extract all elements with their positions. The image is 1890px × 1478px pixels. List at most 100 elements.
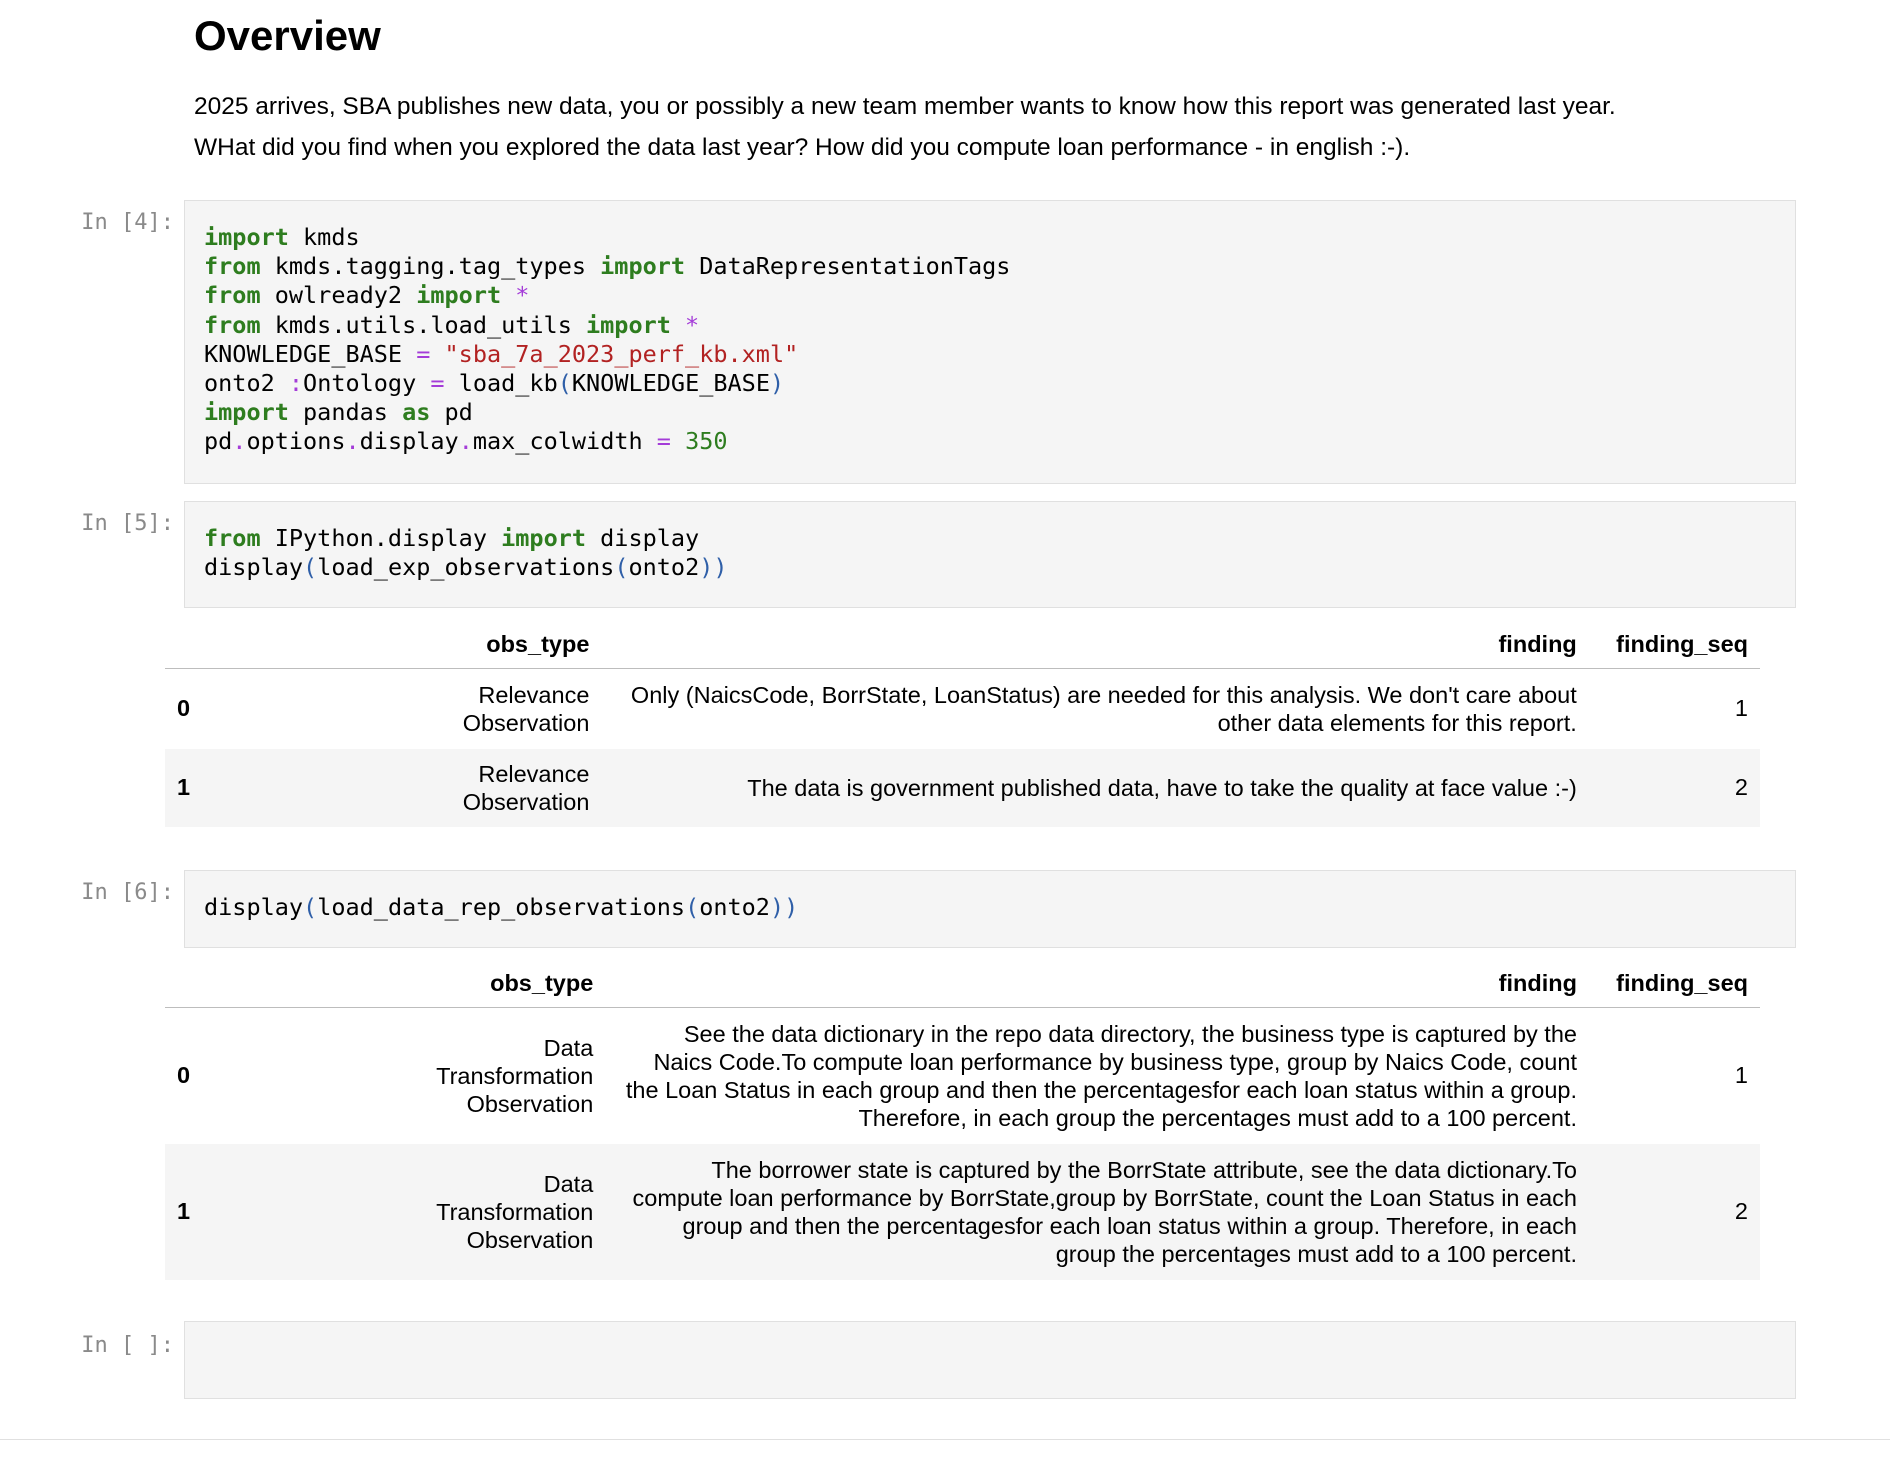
code-token: pd [430,398,473,427]
code-token: kmds.tagging.tag_types [260,252,601,281]
cell-prompt-5: In [5]: [81,511,174,536]
table-header-row: obs_type finding finding_seq [165,620,1760,669]
overview-heading: Overview [194,12,381,59]
code-token: . [345,427,360,456]
code-token: display [359,427,459,456]
column-header-finding-seq: finding_seq [1588,620,1760,669]
code-token: Ontology [303,369,431,398]
finding-seq-cell: 1 [1734,1062,1748,1089]
finding-seq-cell: 2 [1734,1198,1748,1224]
code-token: IPython.display [260,524,502,552]
row-index: 0 [177,1062,191,1089]
notebook-bottom-divider [0,1439,1890,1440]
code-token: import [204,398,289,427]
row-index: 1 [177,1198,191,1224]
code-token: display [204,893,304,921]
code-token: as [402,398,431,427]
code-token: DataRepresentationTags [685,252,1011,281]
markdown-cell[interactable]: Overview 2025 arrives, SBA publishes new… [194,8,1754,168]
finding-seq-cell: 2 [1734,774,1748,800]
table-row: 0 Relevance Observation Only (NaicsCode,… [165,669,1760,749]
code-token: KNOWLEDGE_BASE [571,369,770,398]
obs-type-cell: Data Transformation Observation [436,1170,594,1253]
markdown-paragraph-1: 2025 arrives, SBA publishes new data, yo… [194,93,1616,120]
code-token: = [430,369,445,398]
code-token: import [204,223,289,251]
code-token: . [458,427,473,456]
code-editor-4[interactable]: import kmds from kmds.tagging.tag_types … [185,201,1795,479]
column-header-obs-type: obs_type [234,620,602,669]
code-token: owlready2 [260,281,417,310]
code-token: onto2 [699,893,770,921]
code-token: : [288,369,304,398]
column-header-finding: finding [601,620,1589,669]
finding-cell: The data is government published data, h… [747,774,1577,801]
obs-type-cell: Relevance Observation [462,760,590,815]
index-header [165,620,235,669]
code-token: max_colwidth [472,427,657,456]
code-token: ( [685,893,700,921]
code-cell-5[interactable]: from IPython.display import display disp… [184,501,1796,608]
row-index: 0 [177,695,191,722]
code-token: onto2 [204,369,289,398]
code-token: = [656,427,671,456]
code-token: options [246,427,346,456]
cell-prompt-empty: In [ ]: [81,1333,174,1358]
code-token: ( [303,553,318,582]
code-token: "sba_7a_2023_perf_kb.xml" [430,339,799,368]
code-token: from [204,281,261,310]
finding-cell: Only (NaicsCode, BorrState, LoanStatus) … [630,681,1577,736]
code-token: import [501,524,587,552]
code-token: onto2 [628,553,700,582]
cell-prompt-4: In [4]: [81,210,174,235]
code-token: kmds [288,223,360,251]
finding-seq-cell: 1 [1734,695,1748,722]
code-token: display [204,553,304,582]
code-token: load_exp_observations [317,553,615,582]
code-token: ( [614,553,629,582]
column-header-finding-seq: finding_seq [1588,959,1760,1008]
code-token: kmds.utils.load_utils [260,310,587,339]
code-token: display [586,524,700,552]
obs-type-cell: Data Transformation Observation [436,1034,594,1117]
cell-prompt-6: In [6]: [81,880,174,905]
finding-cell: The borrower state is captured by the Bo… [632,1156,1577,1267]
code-token: ) [769,369,785,398]
output-table-data-rep-observations: obs_type finding finding_seq 0 Data Tran… [165,959,1760,1280]
code-token: from [204,310,261,339]
code-cell-6[interactable]: display(load_data_rep_observations(onto2… [184,870,1796,948]
code-cell-4[interactable]: import kmds from kmds.tagging.tag_types … [184,200,1796,484]
code-token: load_data_rep_observations [317,893,686,921]
code-token: import [416,281,502,310]
table-header-row: obs_type finding finding_seq [165,959,1760,1008]
code-editor-6[interactable]: display(load_data_rep_observations(onto2… [185,871,1795,944]
code-token: ( [303,893,318,921]
code-token: import [586,310,671,339]
markdown-paragraph-2: WHat did you find when you explored the … [194,134,1411,161]
code-token: from [204,252,261,281]
code-token: 350 [670,427,728,456]
code-token: from [204,524,261,552]
code-token: pandas [288,398,403,427]
table-row: 1 Data Transformation Observation The bo… [165,1143,1760,1280]
index-header [165,959,234,1008]
empty-code-cell[interactable] [184,1321,1796,1399]
code-token: import [600,252,686,281]
code-editor-5[interactable]: from IPython.display import display disp… [185,502,1795,604]
table-row: 0 Data Transformation Observation See th… [165,1008,1760,1144]
code-token: pd [204,427,233,456]
table-row: 1 Relevance Observation The data is gove… [165,748,1760,827]
code-token: . [232,427,247,456]
column-header-obs-type: obs_type [233,959,606,1008]
code-token: )) [699,553,728,582]
column-header-finding: finding [605,959,1589,1008]
obs-type-cell: Relevance Observation [462,681,590,736]
code-token: = [416,339,431,368]
code-token: * [501,281,530,310]
code-token: load_kb [444,369,558,398]
finding-cell: See the data dictionary in the repo data… [625,1020,1577,1131]
code-token: KNOWLEDGE_BASE [204,339,417,368]
row-index: 1 [177,774,191,800]
code-token: ( [557,369,572,398]
code-token: )) [769,893,799,921]
